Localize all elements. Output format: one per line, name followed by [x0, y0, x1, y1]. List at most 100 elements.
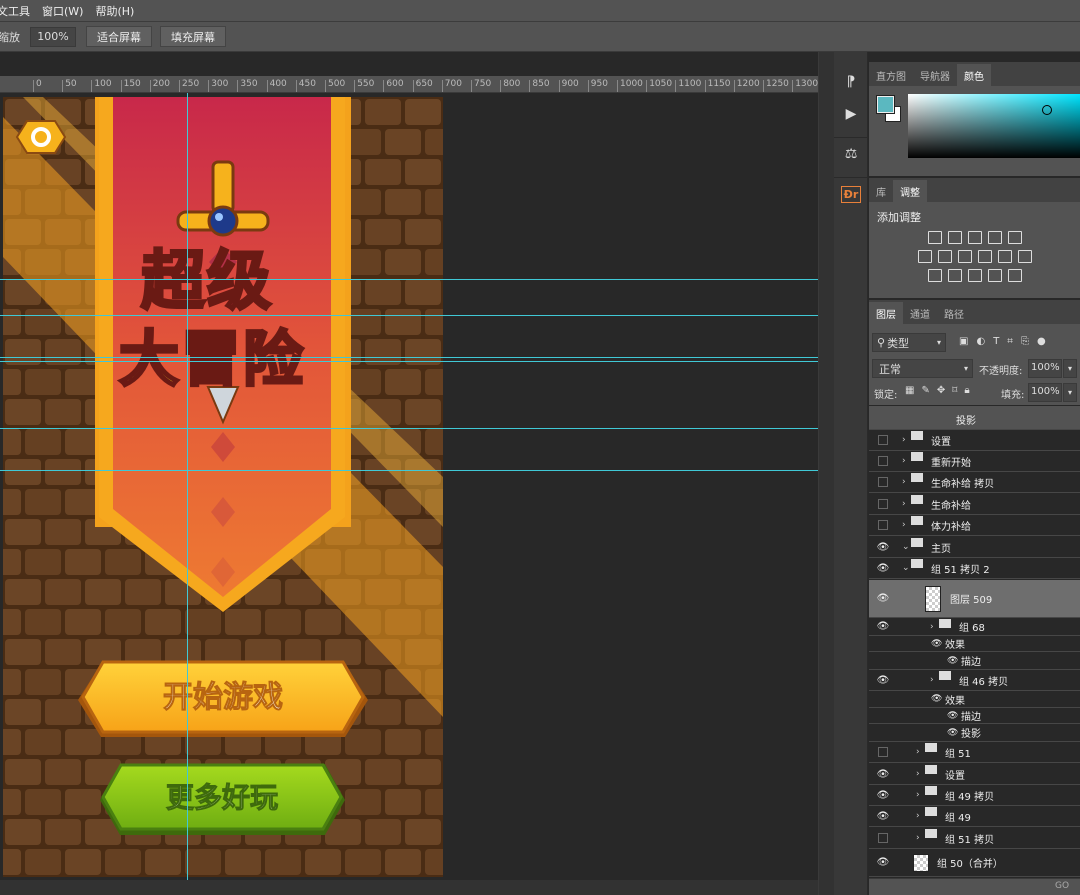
- layer-thumbnail[interactable]: [925, 585, 941, 612]
- hue-saturation-icon[interactable]: [917, 250, 932, 263]
- eye-icon[interactable]: 👁︎: [877, 810, 890, 822]
- layer-row[interactable]: 👁︎ 描边: [869, 652, 1080, 670]
- eye-icon[interactable]: 👁︎: [877, 541, 890, 553]
- exposure-icon[interactable]: [987, 231, 1002, 244]
- chevron-right-icon[interactable]: ›: [916, 747, 920, 757]
- tab-histogram[interactable]: 直方图: [869, 64, 913, 86]
- layer-row[interactable]: 👁︎ 效果: [869, 691, 1080, 708]
- color-spectrum-field[interactable]: [908, 94, 1080, 158]
- adjustment-filter-icon[interactable]: ◐: [976, 336, 985, 347]
- blend-mode-select[interactable]: 正常 ▾: [872, 359, 973, 378]
- horizontal-ruler[interactable]: 0 50 100 150 200 250 300 350 400 450 500 550 600 650 7…: [0, 76, 818, 93]
- layer-row[interactable]: › 重新开始: [869, 451, 1080, 472]
- layer-row[interactable]: › 体力补给: [869, 515, 1080, 536]
- smartobject-filter-icon[interactable]: ⎘: [1021, 336, 1029, 347]
- lock-all-icon[interactable]: 🔒︎: [964, 385, 969, 396]
- guide-line[interactable]: [0, 279, 818, 280]
- chevron-right-icon[interactable]: ›: [930, 675, 934, 685]
- chevron-down-icon[interactable]: ⌄: [902, 563, 910, 573]
- history-icon[interactable]: ⁋: [834, 66, 868, 98]
- opacity-dropdown[interactable]: ▾: [1063, 359, 1077, 378]
- tab-channels[interactable]: 通道: [903, 302, 937, 324]
- foreground-color-swatch[interactable]: [876, 95, 895, 114]
- layer-row[interactable]: 👁︎ › 组 68: [869, 618, 1080, 636]
- guide-line[interactable]: [0, 470, 818, 471]
- eye-icon[interactable]: 👁︎: [877, 768, 890, 780]
- eye-icon[interactable]: 👁︎: [947, 728, 958, 738]
- layer-row[interactable]: 👁︎ 图层 509: [869, 580, 1080, 618]
- fill-screen-button[interactable]: 填充屏幕: [160, 26, 226, 47]
- chevron-right-icon[interactable]: ›: [916, 811, 920, 821]
- gradient-map-icon[interactable]: [1007, 269, 1022, 282]
- layer-row[interactable]: 👁︎ › 组 49 拷贝: [869, 785, 1080, 806]
- lock-position-icon[interactable]: ✥: [937, 385, 945, 396]
- chevron-right-icon[interactable]: ›: [930, 622, 934, 632]
- eye-icon[interactable]: 👁︎: [877, 562, 890, 574]
- tab-navigator[interactable]: 导航器: [913, 64, 957, 86]
- layer-row[interactable]: › 生命补给 拷贝: [869, 472, 1080, 493]
- chevron-right-icon[interactable]: ›: [902, 520, 906, 530]
- tab-color[interactable]: 颜色: [957, 64, 991, 86]
- zoom-input[interactable]: 100%: [30, 26, 76, 47]
- layer-row[interactable]: 👁︎ 投影: [869, 724, 1080, 742]
- tab-paths[interactable]: 路径: [937, 302, 971, 324]
- fill-dropdown[interactable]: ▾: [1063, 383, 1077, 402]
- chevron-right-icon[interactable]: ›: [902, 477, 906, 487]
- visibility-toggle[interactable]: [878, 747, 888, 757]
- menu-item-tools[interactable]: 文工具: [0, 3, 30, 19]
- layer-row[interactable]: 👁︎ › 组 46 拷贝: [869, 670, 1080, 691]
- horizontal-scrollbar[interactable]: [0, 880, 818, 895]
- invert-icon[interactable]: [927, 269, 942, 282]
- threshold-icon[interactable]: [967, 269, 982, 282]
- guide-line[interactable]: [187, 93, 188, 880]
- more-games-button[interactable]: 更多好玩: [121, 781, 323, 815]
- eye-icon[interactable]: 👁︎: [931, 694, 942, 704]
- chevron-right-icon[interactable]: ›: [916, 769, 920, 779]
- channel-mixer-icon[interactable]: [997, 250, 1012, 263]
- guide-line[interactable]: [0, 361, 818, 362]
- lock-transparent-icon[interactable]: ▦: [905, 385, 914, 396]
- levels-icon[interactable]: [947, 231, 962, 244]
- guide-line[interactable]: [0, 428, 818, 429]
- visibility-toggle[interactable]: [878, 833, 888, 843]
- eye-icon[interactable]: 👁︎: [877, 857, 890, 869]
- tab-adjustments[interactable]: 调整: [893, 180, 927, 202]
- color-picker-cursor[interactable]: [1042, 105, 1052, 115]
- eye-icon[interactable]: 👁︎: [877, 789, 890, 801]
- brightness-icon[interactable]: [927, 231, 942, 244]
- lock-artboard-icon[interactable]: ⌑: [952, 385, 957, 396]
- start-game-button[interactable]: 开始游戏: [103, 680, 343, 716]
- vibrance-icon[interactable]: [1007, 231, 1022, 244]
- layer-row[interactable]: 投影: [869, 406, 1080, 430]
- layer-thumbnail[interactable]: [913, 853, 929, 872]
- visibility-toggle[interactable]: [878, 456, 888, 466]
- eye-icon[interactable]: 👁︎: [947, 656, 958, 666]
- guide-line[interactable]: [0, 315, 818, 316]
- visibility-toggle[interactable]: [878, 520, 888, 530]
- chevron-down-icon[interactable]: ⌄: [902, 542, 910, 552]
- layer-row[interactable]: › 生命补给: [869, 494, 1080, 515]
- layer-row[interactable]: 👁︎ › 设置: [869, 764, 1080, 785]
- type-filter-icon[interactable]: T: [993, 336, 999, 347]
- layer-row[interactable]: 👁︎ ⌄ 组 51 拷贝 2: [869, 558, 1080, 579]
- color-balance-icon[interactable]: [937, 250, 952, 263]
- posterize-icon[interactable]: [947, 269, 962, 282]
- layer-row[interactable]: 👁︎ 组 50（合并）: [869, 849, 1080, 877]
- dimension-dr-icon[interactable]: Ðr: [834, 178, 868, 210]
- eye-icon[interactable]: 👁︎: [931, 639, 942, 649]
- eye-icon[interactable]: 👁︎: [877, 674, 890, 686]
- tab-libraries[interactable]: 库: [869, 180, 893, 202]
- guide-line[interactable]: [0, 357, 818, 358]
- chevron-right-icon[interactable]: ›: [902, 435, 906, 445]
- fill-input[interactable]: 100%: [1028, 383, 1062, 402]
- vertical-scrollbar[interactable]: [818, 52, 834, 895]
- chevron-right-icon[interactable]: ›: [902, 456, 906, 466]
- lock-paint-icon[interactable]: ✎: [921, 385, 929, 396]
- eye-icon[interactable]: 👁︎: [877, 593, 890, 605]
- play-actions-icon[interactable]: ▶: [834, 98, 868, 130]
- filter-toggle-icon[interactable]: ●: [1037, 336, 1046, 347]
- photo-filter-icon[interactable]: [977, 250, 992, 263]
- menu-item-help[interactable]: 帮助(H): [95, 3, 134, 19]
- curves-icon[interactable]: [967, 231, 982, 244]
- eye-icon[interactable]: 👁︎: [947, 711, 958, 721]
